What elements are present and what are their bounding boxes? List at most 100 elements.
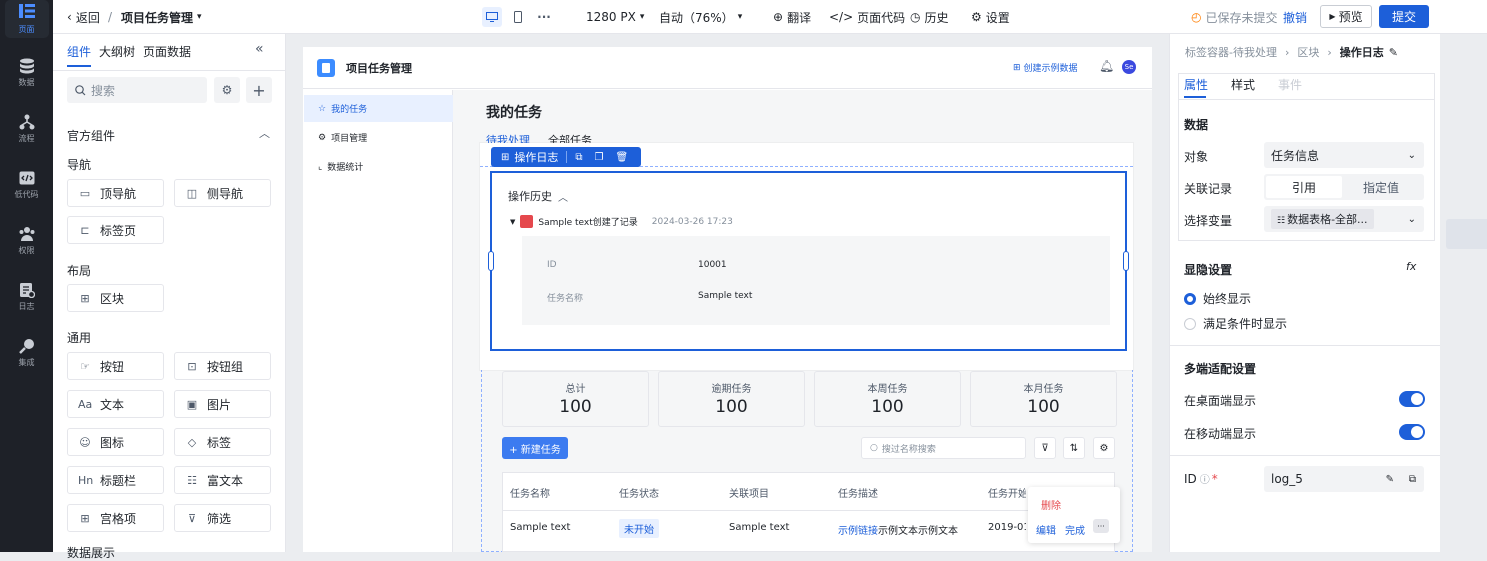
menu-item-projects[interactable]: ⚙ 项目管理 [304,124,452,151]
desktop-toggle[interactable] [1399,391,1425,407]
comp-grid-item[interactable]: ⊞ 宫格项 [67,504,164,532]
rail-log[interactable]: 日志 [0,282,53,312]
settings-button[interactable]: ⚙ 设置 [971,0,1010,34]
resize-handle-right[interactable] [1123,251,1129,271]
radio-always[interactable]: 始终显示 [1184,290,1251,307]
tab-components[interactable]: 组件 [67,43,91,60]
star-icon: ☆ [318,103,327,114]
menu-item-stats[interactable]: ⌞ 数据统计 [304,153,452,180]
comp-tag[interactable]: ◇ 标签 [174,428,271,456]
tab-page-data[interactable]: 页面数据 [143,43,191,60]
width-select[interactable]: 1280 PX ▾ [586,0,644,34]
history-button[interactable]: ◷ 历史 [910,0,949,34]
variable-select[interactable]: ☷ 数据表格-全部... ⌄ [1264,206,1424,232]
comp-button[interactable]: ☞ 按钮 [67,352,164,380]
filter-icon[interactable]: ⊽ [1034,437,1056,459]
new-task-button[interactable]: + 新建任务 [502,437,568,459]
relation-option-value[interactable]: 指定值 [1342,176,1420,198]
bell-icon[interactable]: 🔔︎ [1099,59,1114,73]
mobile-toggle[interactable] [1399,424,1425,440]
desc-link[interactable]: 示例链接 [838,526,878,537]
edit-icon[interactable]: ✎ [1389,46,1398,59]
log-entry[interactable]: ▼ Sample text创建了记录 2024-03-26 17:23 [510,215,733,228]
chevron-up-icon[interactable]: ︿ [259,125,270,141]
comp-label: 富文本 [207,473,244,488]
duplicate-icon[interactable]: ❐ [595,152,604,163]
gear-icon[interactable]: ⚙ [214,77,240,103]
collapse-icon[interactable]: « [255,41,264,57]
done-action[interactable]: 完成 [1065,522,1085,537]
page-code-button[interactable]: </> 页面代码 [829,0,905,34]
edit-icon[interactable]: ✎ [1386,474,1394,485]
more-icon[interactable]: ··· [534,7,554,27]
chevron-right-icon: › [1284,45,1290,59]
menu-item-my-tasks[interactable]: ☆ 我的任务 [304,95,467,122]
id-input[interactable]: log_5 ✎ ⧉ [1264,466,1424,492]
group-title-layout: 布局 [67,264,92,278]
settings-icon: ⚙ [318,132,327,143]
log-detail-panel [522,236,1110,325]
tab-properties[interactable]: 属性 [1184,76,1208,93]
more-actions-button[interactable]: ··· [1093,519,1109,533]
comp-side-nav[interactable]: ◫ 侧导航 [174,179,271,207]
copy-icon[interactable]: ⧉ [1409,474,1416,485]
comp-top-nav[interactable]: ▭ 顶导航 [67,179,164,207]
stat-label: 本月任务 [1023,384,1064,395]
resize-handle-left[interactable] [488,251,494,271]
task-search-placeholder: 搜过名称搜索 [881,444,936,455]
panel-handle[interactable] [1446,219,1487,249]
comp-filter[interactable]: ⊽ 筛选 [174,504,271,532]
task-search-input[interactable]: ○ 搜过名称搜索 [861,437,1026,459]
stat-month: 本月任务 100 [970,371,1117,427]
rail-integration[interactable]: 集成 [0,338,53,368]
tab-outline[interactable]: 大纲树 [99,43,135,60]
relation-option-ref[interactable]: 引用 [1266,176,1342,198]
plus-icon[interactable]: + [246,77,272,103]
breadcrumb-item[interactable]: 区块 [1297,44,1319,60]
rail-data[interactable]: 数据 [0,58,53,88]
comp-label: 图片 [207,397,232,412]
undo-button[interactable]: 撤销 [1283,0,1307,34]
comp-block[interactable]: ⊞ 区块 [67,284,164,312]
fx-icon[interactable]: fx [1406,260,1416,273]
desktop-view-button[interactable] [482,7,502,27]
comp-icon[interactable]: ☺ 图标 [67,428,164,456]
mobile-view-button[interactable] [508,7,528,27]
tab-events[interactable]: 事件 [1278,76,1302,93]
delete-icon[interactable]: 🗑︎ [616,152,629,163]
comp-rich-text[interactable]: ☷ 富文本 [174,466,271,494]
section-data-display: 数据展示 [67,546,116,560]
rail-code[interactable]: 低代码 [0,170,53,200]
side-nav-icon: ◫ [186,186,198,200]
search-icon [75,84,86,95]
variable-chip: ☷ 数据表格-全部... [1271,209,1374,229]
rail-permission[interactable]: 权限 [0,226,53,256]
comp-text[interactable]: Aa 文本 [67,390,164,418]
comp-button-group[interactable]: ⊡ 按钮组 [174,352,271,380]
translate-button[interactable]: ⊕ 翻译 [773,0,811,34]
submit-button[interactable]: 提交 [1379,5,1429,28]
rail-page[interactable]: 页面 [0,0,53,38]
page-title-dropdown[interactable]: 项目任务管理 ▾ [121,0,202,34]
tab-styles[interactable]: 样式 [1231,76,1255,93]
edit-action[interactable]: 编辑 [1036,522,1056,537]
rail-flow[interactable]: 流程 [0,114,53,144]
page-code-label: 页面代码 [857,10,906,25]
object-select[interactable]: 任务信息 ⌄ [1264,142,1424,168]
gear-icon[interactable]: ⚙ [1093,437,1115,459]
radio-conditional[interactable]: 满足条件时显示 [1184,315,1287,332]
comp-title-bar[interactable]: Hn 标题栏 [67,466,164,494]
avatar[interactable]: Se [1122,60,1136,74]
preview-button[interactable]: ▶ 预览 [1320,5,1372,28]
zoom-select[interactable]: 自动（76%） ▾ [659,0,742,34]
create-sample-button[interactable]: ⊞ 创建示例数据 [1013,61,1078,75]
breadcrumb-item[interactable]: 标签容器-待我处理 [1185,44,1277,60]
back-button[interactable]: ‹ 返回 [67,0,100,34]
copy-icon[interactable]: ⧉ [575,152,582,163]
comp-tabs[interactable]: ⊏ 标签页 [67,216,164,244]
component-search-input[interactable]: 搜索 [67,77,207,103]
history-header[interactable]: 操作历史 ︿ [508,188,568,204]
comp-image[interactable]: ▣ 图片 [174,390,271,418]
delete-action[interactable]: 删除 [1041,497,1061,512]
sort-icon[interactable]: ⇅ [1063,437,1085,459]
